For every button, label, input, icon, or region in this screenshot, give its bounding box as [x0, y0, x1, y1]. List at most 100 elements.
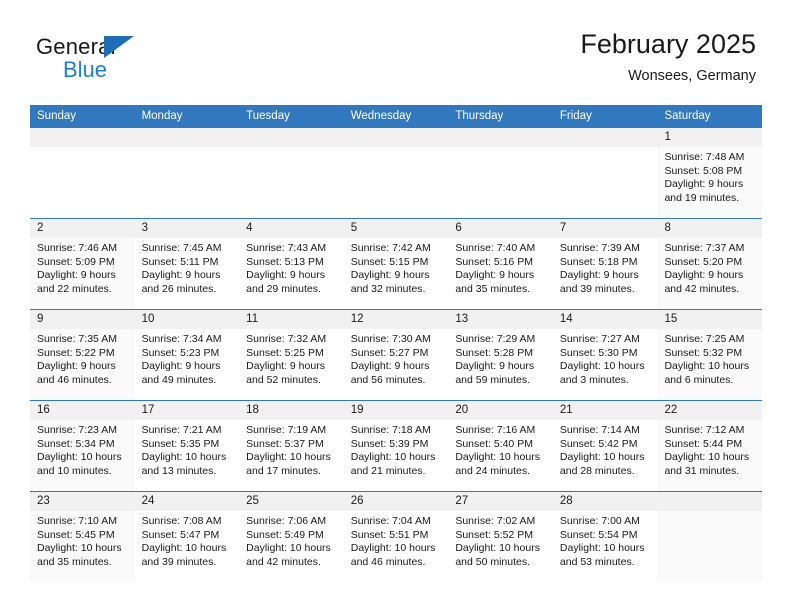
brand-logo[interactable]: General Blue	[36, 34, 256, 94]
sunset-text: Sunset: 5:27 PM	[350, 346, 429, 359]
sunrise-text: Sunrise: 7:12 AM	[664, 424, 745, 436]
day-info: Sunrise: 7:10 AM Sunset: 5:45 PM Daylight:…	[30, 511, 135, 569]
day-cell[interactable]: 23 Sunrise: 7:10 AM Sunset: 5:45 PM Dayligh…	[30, 492, 135, 582]
day-cell[interactable]: 15 Sunrise: 7:25 AM Sunset: 5:32 PM Dayligh…	[657, 310, 763, 400]
daylight-text-line1: Daylight: 9 hours	[246, 360, 325, 372]
daylight-text-line1: Daylight: 10 hours	[455, 542, 540, 554]
day-number: 16	[30, 401, 135, 420]
day-cell[interactable]: 19 Sunrise: 7:18 AM Sunset: 5:39 PM Dayligh…	[343, 401, 449, 491]
day-cell[interactable]: 21 Sunrise: 7:14 AM Sunset: 5:42 PM Dayligh…	[552, 401, 658, 491]
day-info	[448, 147, 553, 151]
day-cell[interactable]: 7 Sunrise: 7:39 AM Sunset: 5:18 PM Daylight…	[552, 219, 658, 309]
day-cell[interactable]	[657, 492, 763, 582]
sunrise-text: Sunrise: 7:32 AM	[246, 333, 327, 345]
sunset-text: Sunset: 5:18 PM	[559, 255, 638, 268]
daylight-text-line2: and 39 minutes.	[559, 282, 635, 295]
day-number: 23	[30, 492, 135, 511]
day-cell[interactable]: 24 Sunrise: 7:08 AM Sunset: 5:47 PM Dayligh…	[134, 492, 240, 582]
daylight-text-line1: Daylight: 10 hours	[559, 542, 645, 554]
day-number: 8	[657, 219, 763, 238]
daylight-text-line2: and 10 minutes.	[37, 464, 112, 477]
sunrise-text: Sunrise: 7:00 AM	[559, 515, 640, 527]
daylight-text-line1: Daylight: 10 hours	[350, 451, 436, 463]
sunrise-text: Sunrise: 7:08 AM	[141, 515, 222, 527]
day-cell[interactable]: 17 Sunrise: 7:21 AM Sunset: 5:35 PM Dayligh…	[134, 401, 240, 491]
page-subtitle: Wonsees, Germany	[628, 68, 756, 84]
day-cell[interactable]: 3 Sunrise: 7:45 AM Sunset: 5:11 PM Daylight…	[134, 219, 240, 309]
day-number: 14	[552, 310, 658, 329]
day-cell[interactable]: 22 Sunrise: 7:12 AM Sunset: 5:44 PM Dayligh…	[657, 401, 763, 491]
day-cell[interactable]: 2 Sunrise: 7:46 AM Sunset: 5:09 PM Daylight…	[30, 219, 135, 309]
daylight-text-line1: Daylight: 10 hours	[246, 542, 331, 554]
day-info: Sunrise: 7:48 AM Sunset: 5:08 PM Daylight:…	[657, 147, 762, 205]
day-info: Sunrise: 7:35 AM Sunset: 5:22 PM Daylight:…	[30, 329, 135, 387]
day-cell[interactable]	[448, 128, 553, 218]
sunrise-text: Sunrise: 7:23 AM	[37, 424, 117, 436]
daylight-text-line2: and 22 minutes.	[37, 282, 112, 295]
day-cell[interactable]: 5 Sunrise: 7:42 AM Sunset: 5:15 PM Daylight…	[343, 219, 449, 309]
day-number: 20	[448, 401, 553, 420]
day-number: 10	[134, 310, 240, 329]
sunset-text: Sunset: 5:42 PM	[559, 437, 638, 450]
daylight-text-line2: and 19 minutes.	[664, 191, 740, 204]
day-cell[interactable]	[552, 128, 658, 218]
day-info: Sunrise: 7:46 AM Sunset: 5:09 PM Daylight:…	[30, 238, 135, 296]
day-cell[interactable]: 14 Sunrise: 7:27 AM Sunset: 5:30 PM Dayligh…	[552, 310, 658, 400]
day-info: Sunrise: 7:23 AM Sunset: 5:34 PM Daylight:…	[30, 420, 135, 478]
sunrise-text: Sunrise: 7:39 AM	[559, 242, 640, 254]
day-number	[343, 128, 449, 147]
day-cell[interactable]: 9 Sunrise: 7:35 AM Sunset: 5:22 PM Daylight…	[30, 310, 135, 400]
daylight-text-line1: Daylight: 10 hours	[455, 451, 540, 463]
day-info	[30, 147, 135, 151]
day-number	[448, 128, 553, 147]
daylight-text-line2: and 17 minutes.	[246, 464, 321, 477]
daylight-text-line2: and 29 minutes.	[246, 282, 321, 295]
daylight-text-line1: Daylight: 10 hours	[350, 542, 436, 554]
day-number: 4	[239, 219, 344, 238]
daylight-text-line1: Daylight: 9 hours	[664, 178, 744, 190]
daylight-text-line2: and 46 minutes.	[37, 373, 112, 386]
week-row: 16 Sunrise: 7:23 AM Sunset: 5:34 PM Dayligh…	[30, 400, 763, 491]
daylight-text-line2: and 32 minutes.	[350, 282, 426, 295]
day-cell[interactable]: 10 Sunrise: 7:34 AM Sunset: 5:23 PM Dayligh…	[134, 310, 240, 400]
day-cell[interactable]: 25 Sunrise: 7:06 AM Sunset: 5:49 PM Dayligh…	[239, 492, 344, 582]
day-info: Sunrise: 7:40 AM Sunset: 5:16 PM Daylight:…	[448, 238, 553, 296]
day-cell[interactable]	[30, 128, 135, 218]
daylight-text-line2: and 56 minutes.	[350, 373, 426, 386]
sunset-text: Sunset: 5:20 PM	[664, 255, 743, 268]
day-cell[interactable]	[343, 128, 449, 218]
sunrise-text: Sunrise: 7:29 AM	[455, 333, 536, 345]
daylight-text-line2: and 42 minutes.	[664, 282, 740, 295]
daylight-text-line1: Daylight: 10 hours	[37, 451, 122, 463]
day-cell[interactable]: 16 Sunrise: 7:23 AM Sunset: 5:34 PM Dayligh…	[30, 401, 135, 491]
day-number: 6	[448, 219, 553, 238]
day-cell[interactable]: 1 Sunrise: 7:48 AM Sunset: 5:08 PM Daylight…	[657, 128, 763, 218]
day-cell[interactable]: 11 Sunrise: 7:32 AM Sunset: 5:25 PM Dayligh…	[239, 310, 344, 400]
day-number	[134, 128, 240, 147]
day-info	[135, 147, 240, 151]
sunrise-text: Sunrise: 7:02 AM	[455, 515, 536, 527]
day-cell[interactable]: 26 Sunrise: 7:04 AM Sunset: 5:51 PM Dayligh…	[343, 492, 449, 582]
day-number: 1	[657, 128, 763, 147]
day-cell[interactable]: 28 Sunrise: 7:00 AM Sunset: 5:54 PM Dayligh…	[552, 492, 658, 582]
daylight-text-line1: Daylight: 10 hours	[246, 451, 331, 463]
day-cell[interactable]	[134, 128, 240, 218]
day-cell[interactable]: 20 Sunrise: 7:16 AM Sunset: 5:40 PM Dayligh…	[448, 401, 553, 491]
day-cell[interactable]	[239, 128, 344, 218]
day-cell[interactable]: 4 Sunrise: 7:43 AM Sunset: 5:13 PM Daylight…	[239, 219, 344, 309]
day-info: Sunrise: 7:25 AM Sunset: 5:32 PM Daylight:…	[657, 329, 762, 387]
day-info: Sunrise: 7:12 AM Sunset: 5:44 PM Daylight:…	[657, 420, 762, 478]
day-cell[interactable]: 8 Sunrise: 7:37 AM Sunset: 5:20 PM Daylight…	[657, 219, 763, 309]
sunset-text: Sunset: 5:13 PM	[246, 255, 324, 268]
day-number: 27	[448, 492, 553, 511]
day-cell[interactable]: 13 Sunrise: 7:29 AM Sunset: 5:28 PM Dayligh…	[448, 310, 553, 400]
day-cell[interactable]: 12 Sunrise: 7:30 AM Sunset: 5:27 PM Dayligh…	[343, 310, 449, 400]
sunset-text: Sunset: 5:28 PM	[455, 346, 533, 359]
day-info: Sunrise: 7:32 AM Sunset: 5:25 PM Daylight:…	[239, 329, 344, 387]
weekday-header-row: Sunday Monday Tuesday Wednesday Thursday…	[30, 105, 762, 127]
day-cell[interactable]: 18 Sunrise: 7:19 AM Sunset: 5:37 PM Dayligh…	[239, 401, 344, 491]
day-cell[interactable]: 6 Sunrise: 7:40 AM Sunset: 5:16 PM Daylight…	[448, 219, 553, 309]
sunset-text: Sunset: 5:45 PM	[37, 528, 115, 541]
daylight-text-line2: and 52 minutes.	[246, 373, 321, 386]
day-cell[interactable]: 27 Sunrise: 7:02 AM Sunset: 5:52 PM Dayligh…	[448, 492, 553, 582]
